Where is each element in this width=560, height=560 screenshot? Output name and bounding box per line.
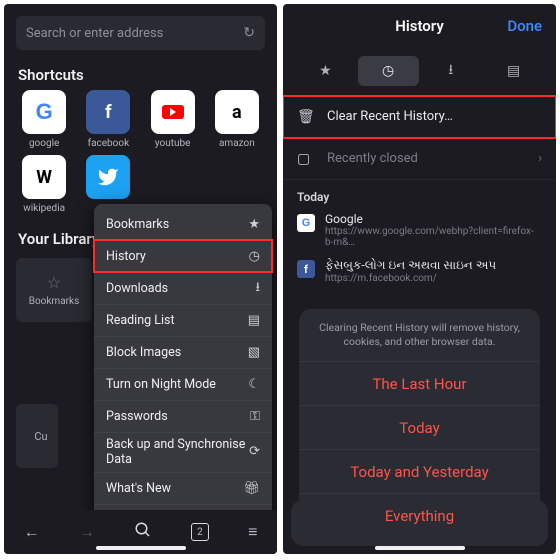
page-title: History — [395, 17, 444, 35]
recently-closed[interactable]: ▢ Recently closed › — [283, 138, 556, 180]
reload-icon[interactable]: ↻ — [243, 25, 255, 41]
shortcut-label: wikipedia — [23, 203, 65, 214]
shortcuts-grid: G google f facebook youtube a amazon W w… — [4, 90, 277, 214]
twitter-icon — [86, 155, 130, 199]
overflow-menu: Bookmarks ★ History ◷ Downloads ⭳ Readin… — [94, 204, 272, 540]
shortcuts-heading: Shortcuts — [18, 66, 263, 84]
moon-icon: ☾ — [248, 377, 260, 392]
nav-bar: History Done — [283, 4, 556, 48]
favicon-facebook: f — [297, 260, 315, 278]
shortcut-facebook[interactable]: f facebook — [76, 90, 140, 149]
history-entry-url: https://www.google.com/webhp?client=fire… — [325, 226, 542, 248]
shortcut-label: google — [29, 138, 59, 149]
library-card-label: Bookmarks — [29, 296, 80, 307]
tabs-button[interactable]: 2 — [191, 523, 209, 541]
menu-bookmarks[interactable]: Bookmarks ★ — [94, 208, 272, 240]
tab-downloads[interactable]: ⭳ — [421, 56, 482, 86]
shortcut-label: amazon — [219, 138, 255, 149]
search-button[interactable] — [134, 521, 152, 543]
done-button[interactable]: Done — [507, 17, 542, 35]
library-tabs: ★ ◷ ⭳ ▤ — [295, 56, 544, 86]
home-indicator — [375, 546, 465, 550]
sheet-header: Clearing Recent History will remove hist… — [299, 309, 540, 362]
history-list: 🗑 Clear Recent History… ▢ Recently close… — [283, 96, 556, 290]
history-section-today: Today — [283, 180, 556, 208]
menu-downloads[interactable]: Downloads ⭳ — [94, 272, 272, 304]
history-entry[interactable]: f ફેસબુક-લોગ ઇન અથવા સાઇન અપ https://m.f… — [283, 254, 556, 290]
youtube-icon — [162, 105, 184, 119]
menu-button[interactable]: ≡ — [248, 522, 257, 542]
history-entry-url: https://m.facebook.com/ — [325, 273, 496, 284]
key-icon: ⚿ — [250, 409, 260, 424]
clear-history-sheet: Clearing Recent History will remove hist… — [291, 492, 548, 546]
shortcut-google[interactable]: G google — [12, 90, 76, 149]
back-button[interactable]: ← — [24, 522, 40, 542]
gift-icon: 🎁︎ — [243, 481, 260, 496]
clear-everything[interactable]: Everything — [299, 494, 540, 538]
shortcut-amazon[interactable]: a amazon — [205, 90, 269, 149]
tab-history[interactable]: ◷ — [358, 56, 419, 86]
shortcut-wikipedia[interactable]: W wikipedia — [12, 155, 76, 214]
download-icon: ⭳ — [255, 278, 260, 300]
window-icon: ▢ — [297, 151, 315, 167]
reading-list-icon: ▤ — [248, 313, 260, 328]
menu-whats-new[interactable]: What's New 🎁︎ — [94, 472, 272, 504]
menu-history[interactable]: History ◷ — [94, 240, 272, 272]
clear-last-hour[interactable]: The Last Hour — [299, 362, 540, 406]
clear-recent-history[interactable]: 🗑 Clear Recent History… — [283, 96, 556, 138]
star-icon: ☆ — [47, 273, 61, 292]
menu-passwords[interactable]: Passwords ⚿ — [94, 400, 272, 432]
menu-block-images[interactable]: Block Images ▧ — [94, 336, 272, 368]
star-icon: ★ — [248, 217, 260, 232]
library-bookmarks-card[interactable]: ☆ Bookmarks — [16, 258, 92, 322]
right-screenshot: History Done ★ ◷ ⭳ ▤ 🗑 Clear Recent Hist… — [283, 4, 556, 554]
tab-bookmarks[interactable]: ★ — [295, 56, 356, 86]
left-screenshot: Search or enter address ↻ Shortcuts G go… — [4, 4, 277, 554]
shortcut-label: facebook — [88, 138, 130, 149]
trash-icon: 🗑 — [297, 109, 315, 125]
history-entry-title: Google — [325, 212, 542, 226]
search-placeholder: Search or enter address — [26, 26, 163, 41]
chevron-right-icon: › — [538, 151, 542, 166]
clear-today[interactable]: Today — [299, 406, 540, 450]
address-bar[interactable]: Search or enter address ↻ — [16, 16, 265, 50]
menu-night-mode[interactable]: Turn on Night Mode ☾ — [94, 368, 272, 400]
library-cu-card[interactable]: Cu — [16, 404, 58, 468]
block-images-icon: ▧ — [248, 345, 260, 360]
clear-today-yesterday[interactable]: Today and Yesterday — [299, 450, 540, 494]
history-entry[interactable]: G Google https://www.google.com/webhp?cl… — [283, 208, 556, 254]
sync-icon: ⟳ — [249, 445, 260, 460]
home-indicator — [96, 546, 186, 550]
menu-sync[interactable]: Back up and Synchronise Data ⟳ — [94, 432, 272, 472]
facebook-icon: f — [86, 90, 130, 134]
forward-button[interactable]: → — [79, 522, 95, 542]
google-icon: G — [36, 99, 53, 125]
menu-reading-list[interactable]: Reading List ▤ — [94, 304, 272, 336]
wikipedia-icon: W — [22, 155, 66, 199]
tab-reading-list[interactable]: ▤ — [483, 56, 544, 86]
history-entry-title: ફેસબુક-લોગ ઇન અથવા સાઇન અપ — [325, 258, 496, 273]
clock-icon: ◷ — [249, 249, 260, 264]
shortcut-youtube[interactable]: youtube — [141, 90, 205, 149]
shortcut-label: youtube — [155, 138, 191, 149]
amazon-icon: a — [215, 90, 259, 134]
favicon-google: G — [297, 214, 315, 232]
